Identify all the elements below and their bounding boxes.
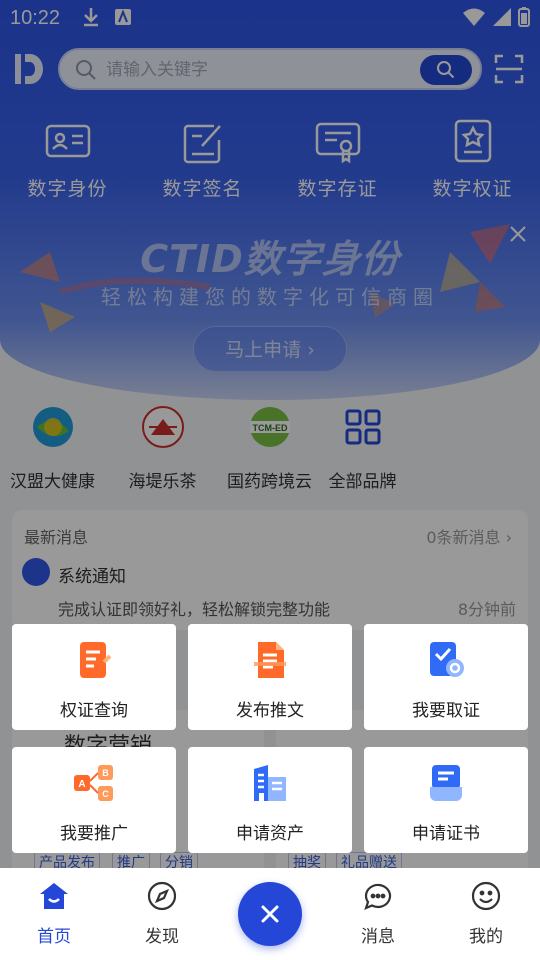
menu-label: 我要取证 — [412, 701, 480, 721]
nav-label: 发现 — [145, 927, 179, 947]
menu-label: 申请证书 — [412, 824, 480, 844]
home-icon — [40, 883, 68, 909]
nav-label: 我的 — [469, 927, 503, 947]
publish-post-icon — [254, 642, 286, 678]
close-menu-button[interactable] — [238, 882, 302, 946]
promote-icon: A B C — [74, 765, 113, 801]
modal-overlay[interactable] — [0, 0, 540, 868]
close-icon — [261, 905, 279, 923]
menu-apply-asset[interactable]: 申请资产 — [188, 747, 352, 853]
menu-label: 我要推广 — [60, 824, 128, 844]
nav-label: 消息 — [361, 927, 395, 947]
svg-text:C: C — [102, 789, 109, 799]
menu-apply-certificate[interactable]: 申请证书 — [364, 747, 528, 853]
svg-text:B: B — [102, 768, 109, 778]
apply-certificate-icon — [430, 765, 462, 801]
menu-label: 权证查询 — [60, 701, 128, 721]
nav-discover[interactable]: 发现 — [127, 880, 197, 947]
chat-icon — [364, 883, 392, 910]
nav-profile[interactable]: 我的 — [451, 880, 521, 947]
svg-text:A: A — [78, 779, 85, 790]
apply-asset-icon — [254, 765, 286, 801]
get-evidence-icon — [430, 642, 464, 677]
warrant-query-icon — [80, 642, 112, 678]
menu-label: 申请资产 — [236, 824, 304, 844]
smile-icon — [471, 881, 501, 911]
compass-icon — [147, 881, 177, 911]
menu-publish-post[interactable]: 发布推文 — [188, 624, 352, 730]
menu-get-evidence[interactable]: 我要取证 — [364, 624, 528, 730]
menu-warrant-query[interactable]: 权证查询 — [12, 624, 176, 730]
menu-label: 发布推文 — [236, 701, 304, 721]
nav-home[interactable]: 首页 — [19, 880, 89, 947]
nav-messages[interactable]: 消息 — [343, 880, 413, 947]
menu-promote[interactable]: A B C 我要推广 — [12, 747, 176, 853]
nav-label: 首页 — [37, 927, 71, 947]
app-screen: 10:22 数字身份 — [0, 0, 540, 960]
